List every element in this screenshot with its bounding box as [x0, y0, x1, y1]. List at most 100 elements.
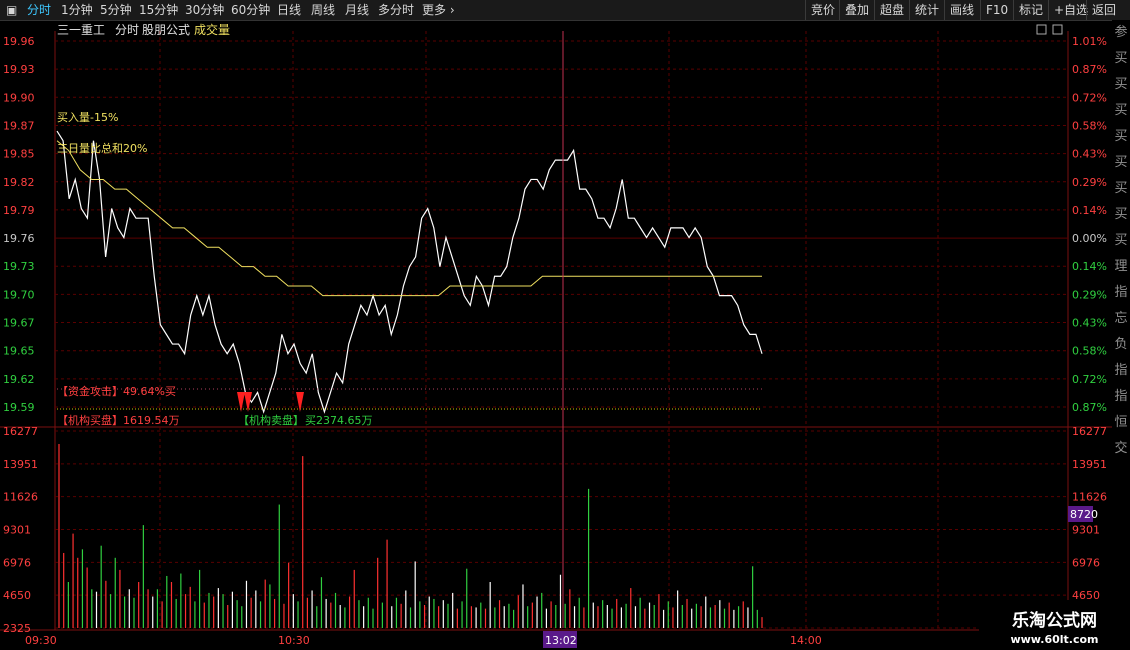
- pct-label: 0.87%: [1072, 401, 1107, 414]
- pct-label: 0.14%: [1072, 260, 1107, 273]
- watermark-url: www.60lt.com: [1010, 633, 1099, 646]
- tab-5[interactable]: 60分钟: [231, 2, 270, 18]
- side-char: 参: [1114, 25, 1128, 40]
- pct-label: 0.87%: [1072, 63, 1107, 76]
- toolbar-button-5[interactable]: F10: [980, 0, 1013, 20]
- tab-7[interactable]: 周线: [311, 2, 335, 18]
- side-char: 买: [1114, 155, 1128, 170]
- price-label: 19.70: [3, 288, 35, 301]
- side-char: 买: [1114, 103, 1128, 118]
- volume-label-right: 9301: [1072, 524, 1100, 537]
- pct-label: 1.01%: [1072, 35, 1107, 48]
- side-char: 指: [1114, 389, 1128, 404]
- watermark-title: 乐淘公式网: [1012, 611, 1097, 631]
- formula-label: 股朋公式: [142, 23, 190, 37]
- tab-0[interactable]: 分时: [27, 2, 51, 18]
- pct-label: 0.72%: [1072, 91, 1107, 104]
- annotation-capital-attack: 【资金攻击】49.64%买: [57, 384, 176, 398]
- intraday-chart: 19.96 1.01% 19.93 0.87% 19.90 0.72% 19.87 0.58%…: [0, 22, 1130, 648]
- price-label: 19.82: [3, 176, 35, 189]
- price-label: 19.79: [3, 204, 35, 217]
- toolbar-button-1[interactable]: 叠加: [839, 0, 874, 20]
- restore-icon: [1052, 24, 1063, 35]
- side-char: 恒: [1114, 415, 1128, 430]
- stock-name: 三一重工: [57, 23, 105, 37]
- price-label: 19.90: [3, 91, 35, 104]
- volume-highlight: 8720: [1070, 508, 1098, 521]
- toolbar-button-4[interactable]: 画线: [944, 0, 979, 20]
- settings-icon: [1036, 24, 1047, 35]
- tab-2[interactable]: 5分钟: [100, 2, 132, 18]
- annotation-three-day: 三日量比总和20%: [57, 141, 147, 155]
- pct-label: 0.58%: [1072, 345, 1107, 358]
- volume-label-right: 13951: [1072, 458, 1107, 471]
- annotation-buy-volume: 买入量-15%: [57, 111, 118, 124]
- price-label: 19.59: [3, 401, 35, 414]
- time-tick: 09:30: [25, 634, 57, 647]
- side-char: 理: [1114, 259, 1128, 274]
- tab-4[interactable]: 30分钟: [185, 2, 224, 18]
- price-label: 19.65: [3, 345, 35, 358]
- tab-1[interactable]: 1分钟: [61, 2, 93, 18]
- side-char: 指: [1114, 285, 1128, 300]
- volume-label-right: 16277: [1072, 425, 1107, 438]
- toolbar-button-6[interactable]: 标记: [1013, 0, 1048, 20]
- side-char: 买: [1114, 207, 1128, 222]
- average-line: [56, 140, 762, 297]
- toolbar: 分时 1分钟 5分钟 15分钟 30分钟 60分钟 日线 周线 月线 多分时 更多 › ▣ 竞价 叠加 超盘…: [0, 0, 1130, 21]
- price-label: 19.87: [3, 119, 35, 132]
- pct-label: 0.00%: [1072, 232, 1107, 245]
- toolbar-button-0[interactable]: 竞价: [805, 0, 840, 20]
- side-char: 指: [1114, 363, 1128, 378]
- annotation-institution-sell: 【机构卖盘】: [238, 413, 304, 427]
- price-label: 19.85: [3, 148, 35, 161]
- price-label: 19.93: [3, 63, 35, 76]
- volume-label: 6976: [3, 556, 31, 569]
- price-label: 19.96: [3, 35, 35, 48]
- time-tick: 14:00: [790, 634, 822, 647]
- side-char: 买: [1114, 51, 1128, 66]
- pct-label: 0.43%: [1072, 317, 1107, 330]
- time-tick: 10:30: [278, 634, 310, 647]
- price-label: 19.76: [3, 232, 35, 245]
- price-label: 19.62: [3, 373, 35, 386]
- side-char: 买: [1114, 129, 1128, 144]
- volume-label-right: 11626: [1072, 491, 1107, 504]
- indicator-label: 成交量: [194, 22, 230, 37]
- side-char: 交: [1114, 441, 1128, 456]
- watermark: 乐淘公式网 www.60lt.com: [979, 600, 1130, 650]
- side-char: 忘: [1114, 311, 1128, 326]
- annotation-institution-buy: 【机构买盘】1619.54万: [57, 413, 180, 427]
- mode-label: 分时: [115, 23, 139, 37]
- volume-label-right: 6976: [1072, 556, 1100, 569]
- side-char: 负: [1114, 337, 1128, 352]
- pct-label: 0.14%: [1072, 204, 1107, 217]
- volume-label: 16277: [3, 425, 38, 438]
- layout-icon[interactable]: ▣: [6, 2, 17, 18]
- price-label: 19.73: [3, 260, 35, 273]
- pct-label: 0.43%: [1072, 148, 1107, 161]
- volume-label: 13951: [3, 458, 38, 471]
- volume-label: 9301: [3, 524, 31, 537]
- toolbar-button-3[interactable]: 统计: [909, 0, 944, 20]
- pct-label: 0.72%: [1072, 373, 1107, 386]
- side-char: 买: [1114, 181, 1128, 196]
- toolbar-button-8[interactable]: 返回: [1086, 0, 1121, 20]
- pct-label: 0.58%: [1072, 119, 1107, 132]
- side-char: 买: [1114, 233, 1128, 248]
- tab-6[interactable]: 日线: [277, 2, 301, 18]
- tab-10[interactable]: 更多 ›: [422, 2, 455, 18]
- tab-3[interactable]: 15分钟: [139, 2, 178, 18]
- time-tick: 13:02: [545, 634, 577, 647]
- price-label: 19.67: [3, 317, 35, 330]
- tab-9[interactable]: 多分时: [378, 2, 414, 18]
- annotation-sell-value: 买2374.65万: [305, 414, 373, 427]
- volume-label: 4650: [3, 589, 31, 602]
- side-strip: 参买买买买买买买买理指忘负指指恒交: [1112, 20, 1130, 630]
- volume-label: 11626: [3, 491, 38, 504]
- tab-8[interactable]: 月线: [345, 2, 369, 18]
- price-line: [56, 130, 763, 414]
- pct-label: 0.29%: [1072, 176, 1107, 189]
- toolbar-button-2[interactable]: 超盘: [874, 0, 909, 20]
- side-char: 买: [1114, 77, 1128, 92]
